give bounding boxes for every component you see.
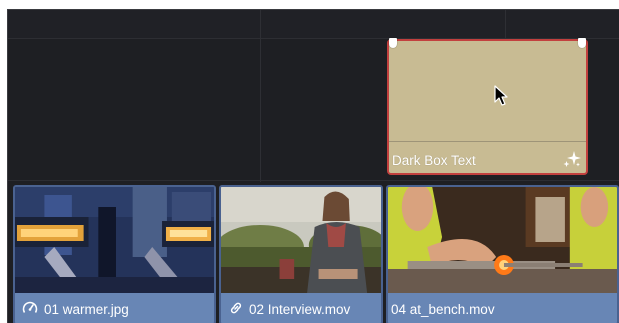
- trim-handle-left[interactable]: [389, 38, 397, 48]
- timeline-panel: Dark Box Text 01 warmer.jpg 02 Interview…: [7, 9, 619, 323]
- clip-name: Dark Box Text: [392, 153, 476, 168]
- title-clip-label-row: Dark Box Text: [389, 141, 586, 173]
- timeline-ruler[interactable]: [8, 10, 619, 39]
- clip-thumbnail: [15, 187, 214, 295]
- title-clip-dark-box-text[interactable]: Dark Box Text: [387, 38, 588, 175]
- video-clip-warmer[interactable]: 01 warmer.jpg: [13, 185, 216, 323]
- track-divider: [8, 180, 619, 181]
- grid-divider: [260, 10, 261, 182]
- grid-divider: [505, 10, 506, 40]
- speed-gauge-icon: [22, 301, 38, 313]
- link-icon: [230, 302, 242, 314]
- clip-name: 01 warmer.jpg: [44, 302, 129, 317]
- mouse-pointer-icon: [494, 85, 508, 106]
- clip-label-bar: 04 at_bench.mov: [388, 293, 617, 323]
- trim-handle-right[interactable]: [578, 38, 586, 48]
- clip-thumbnail: [388, 187, 617, 295]
- clip-name: 02 Interview.mov: [249, 302, 351, 317]
- video-clip-at-bench[interactable]: 04 at_bench.mov: [386, 185, 619, 323]
- sparkle-icon: [563, 151, 581, 167]
- clip-label-bar: 02 Interview.mov: [221, 293, 381, 323]
- clip-label-bar: 01 warmer.jpg: [15, 293, 214, 323]
- clip-thumbnail: [221, 187, 381, 295]
- clip-name: 04 at_bench.mov: [391, 302, 495, 317]
- video-clip-interview[interactable]: 02 Interview.mov: [219, 185, 383, 323]
